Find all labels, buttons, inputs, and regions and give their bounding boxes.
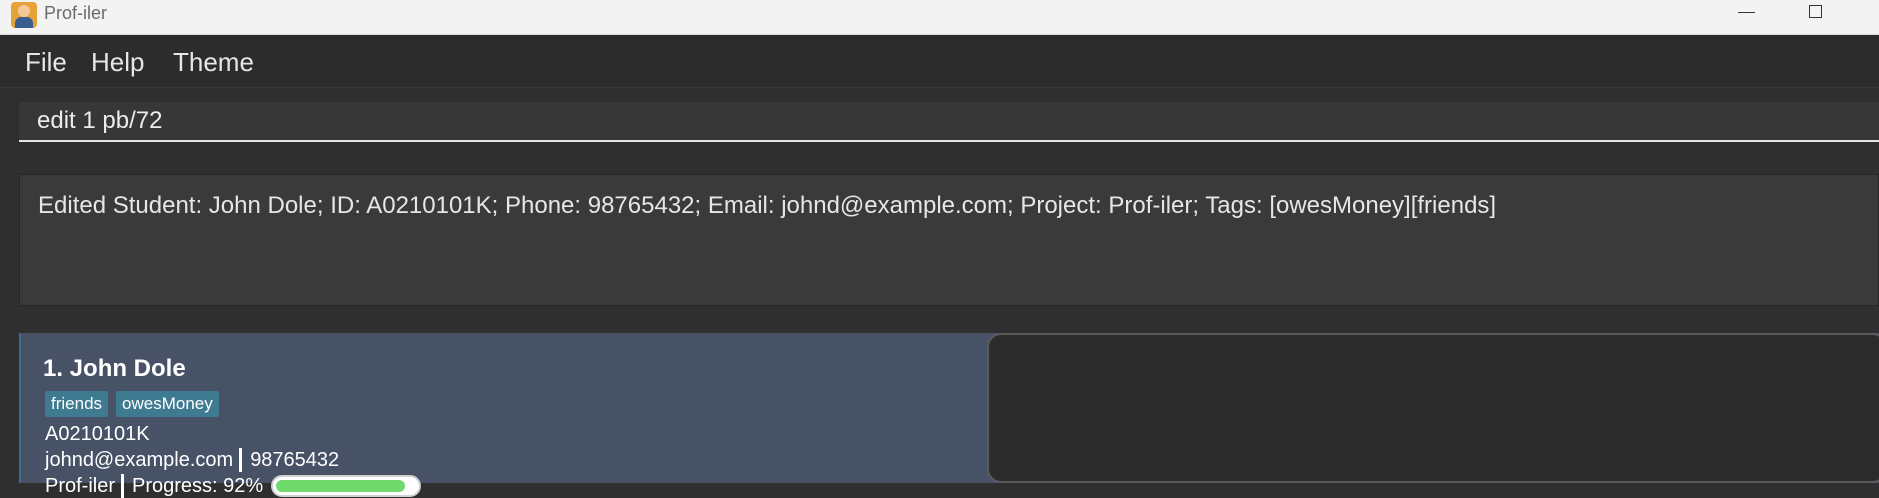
- student-id: A0210101K: [45, 423, 150, 445]
- menu-bar: File Help Theme: [0, 35, 1879, 88]
- result-display: Edited Student: John Dole; ID: A0210101K…: [19, 174, 1879, 306]
- command-pane: [0, 88, 1879, 164]
- menu-file[interactable]: File: [25, 47, 67, 77]
- command-input[interactable]: [19, 102, 1879, 142]
- project-line: Prof-iler Progress: 92%: [45, 474, 422, 498]
- detail-panel: [987, 333, 1879, 483]
- progress-label: Progress: 92%: [132, 475, 264, 497]
- app-avatar-icon: [11, 2, 37, 28]
- tag-list: friends owesMoney: [45, 391, 227, 417]
- contact-line: johnd@example.com 98765432: [45, 448, 339, 472]
- separator: [121, 474, 125, 498]
- window-title: Prof-iler: [44, 3, 108, 23]
- title-bar: Prof-iler: [0, 0, 1879, 35]
- student-project: Prof-iler: [45, 475, 116, 497]
- progress-bar-fill: [276, 480, 406, 492]
- student-list: 1. John Dole friends owesMoney A0210101K …: [0, 316, 1879, 498]
- student-phone: 98765432: [250, 449, 340, 471]
- student-email: johnd@example.com: [45, 449, 234, 471]
- tag-friends: friends: [45, 391, 109, 417]
- minimize-icon[interactable]: [1726, 0, 1766, 26]
- progress-bar: [271, 475, 422, 497]
- menu-theme[interactable]: Theme: [173, 47, 254, 77]
- menu-help[interactable]: Help: [91, 47, 144, 77]
- tag-owes-money: owesMoney: [116, 391, 219, 417]
- result-text: Edited Student: John Dole; ID: A0210101K…: [38, 192, 1497, 219]
- student-name: 1. John Dole: [43, 355, 186, 382]
- separator: [239, 448, 243, 472]
- maximize-icon[interactable]: [1796, 0, 1836, 26]
